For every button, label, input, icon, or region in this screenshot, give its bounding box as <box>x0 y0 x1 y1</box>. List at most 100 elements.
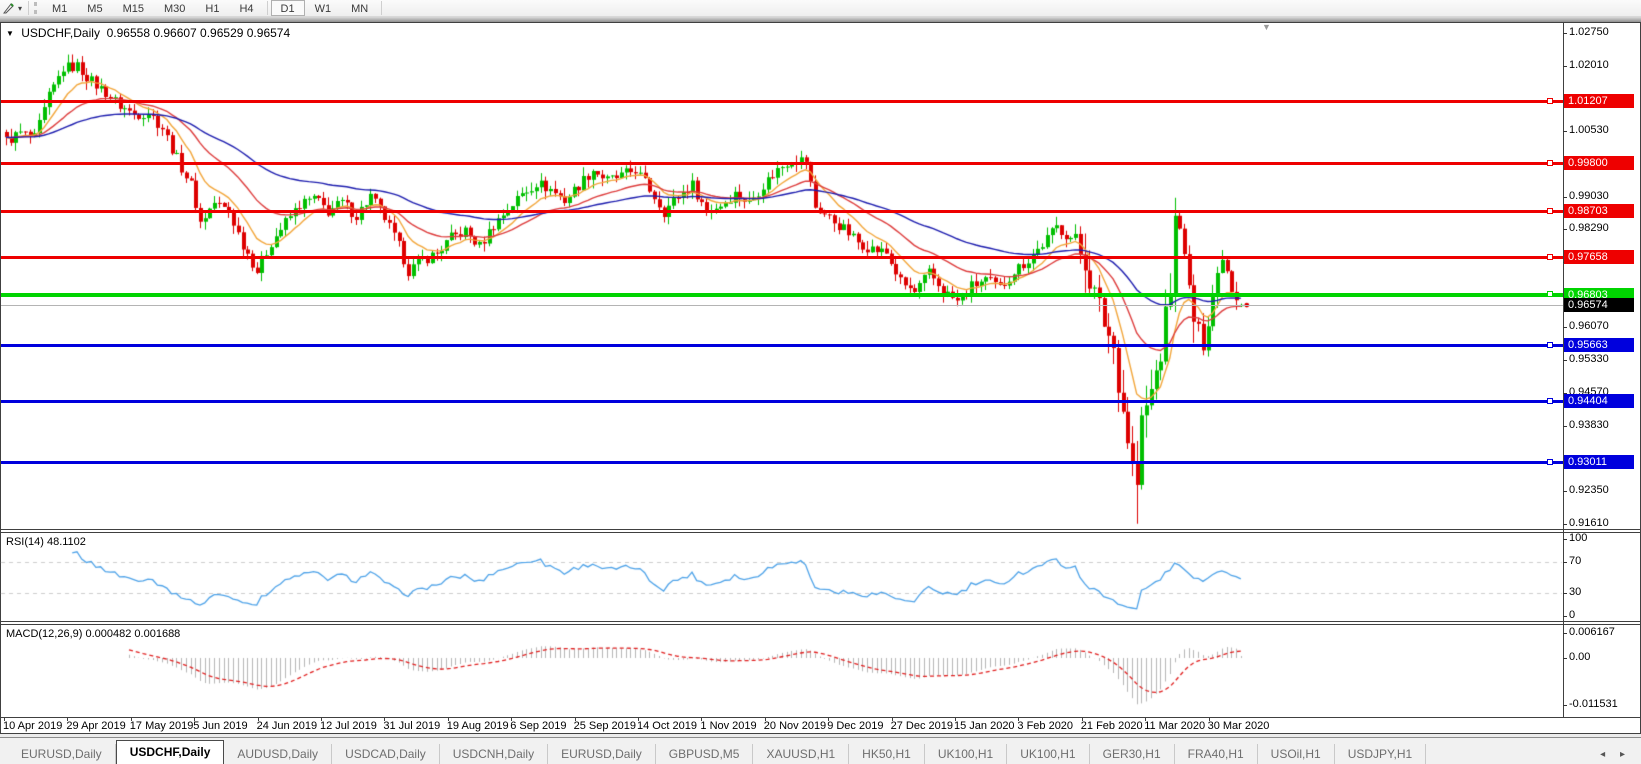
line-handle[interactable] <box>1547 208 1553 215</box>
current-price-line <box>1 305 1563 307</box>
price-axis-tick <box>1563 229 1567 231</box>
price-axis-tick <box>1563 130 1567 132</box>
timeframe-button-h4[interactable]: H4 <box>229 0 263 16</box>
line-handle[interactable] <box>1547 290 1553 297</box>
chart-tab-hk50-h1[interactable]: HK50,H1 <box>849 744 925 764</box>
support-line[interactable] <box>1 397 1563 404</box>
date-axis-label: 30 Mar 2020 <box>1207 720 1270 732</box>
price-axis-tick-label: 0.95330 <box>1569 352 1609 365</box>
date-axis-label: 27 Dec 2019 <box>890 720 953 732</box>
rsi-title: RSI(14) <box>6 536 44 548</box>
price-axis-tick-label: 0.98290 <box>1569 222 1609 235</box>
timeframe-button-m5[interactable]: M5 <box>77 0 112 16</box>
date-axis-label: 3 Feb 2020 <box>1017 720 1074 732</box>
pane-separator <box>0 717 1641 718</box>
resistance-line[interactable] <box>1 208 1563 215</box>
line-handle[interactable] <box>1547 97 1553 104</box>
chart-tab-usdchf-daily[interactable]: USDCHF,Daily <box>115 740 225 764</box>
chart-tab-gbpusd-m5[interactable]: GBPUSD,M5 <box>656 744 754 764</box>
macd-axis-tick <box>1563 658 1567 659</box>
chart-tab-eurusd-daily[interactable]: EURUSD,Daily <box>8 744 116 764</box>
date-axis-label: 10 Apr 2019 <box>3 720 63 732</box>
pane-separator[interactable] <box>0 532 1641 533</box>
chart-shift-marker[interactable]: ▼ <box>1262 22 1271 32</box>
line-price-label: 0.93011 <box>1564 455 1634 470</box>
line-handle[interactable] <box>1547 254 1553 261</box>
price-axis-tick <box>1563 523 1567 525</box>
macd-axis-tick-label: -0.011531 <box>1569 698 1618 711</box>
timeframe-button-m1[interactable]: M1 <box>42 0 77 16</box>
timeframe-button-m15[interactable]: M15 <box>113 0 154 16</box>
chevron-down-icon: ▾ <box>18 3 23 13</box>
resistance-line[interactable] <box>1 254 1563 261</box>
tab-scroll-left-icon[interactable]: ◂ <box>1600 749 1611 760</box>
resistance-line[interactable] <box>1 159 1563 166</box>
date-axis-label: 5 Jun 2019 <box>193 720 248 732</box>
chart-tab-uk100-h1[interactable]: UK100,H1 <box>925 744 1008 764</box>
price-axis-tick <box>1563 327 1567 329</box>
collapse-triangle-icon[interactable]: ▼ <box>6 29 14 38</box>
chart-symbol-label: USDCHF,Daily <box>21 26 100 40</box>
timeframe-button-h1[interactable]: H1 <box>195 0 229 16</box>
pane-separator[interactable] <box>0 624 1641 625</box>
price-axis-tick <box>1563 359 1567 361</box>
tab-scroll-right-icon[interactable]: ▸ <box>1620 749 1631 760</box>
chart-tab-eurusd-daily[interactable]: EURUSD,Daily <box>548 744 656 764</box>
chart-tab-usdcad-daily[interactable]: USDCAD,Daily <box>332 744 440 764</box>
pane-separator[interactable] <box>0 621 1641 622</box>
chart-window[interactable] <box>0 22 1641 734</box>
chart-tab-usdjpy-h1[interactable]: USDJPY,H1 <box>1335 744 1427 764</box>
drawing-tool-button[interactable]: ▾ <box>0 2 25 14</box>
line-price-label: 1.01207 <box>1564 93 1634 108</box>
pivot-line[interactable] <box>1 290 1563 297</box>
chart-tab-uk100-h1[interactable]: UK100,H1 <box>1007 744 1090 764</box>
chart-tab-usoil-h1[interactable]: USOil,H1 <box>1258 744 1335 764</box>
rsi-axis-tick <box>1563 592 1567 594</box>
timeframe-button-w1[interactable]: W1 <box>305 0 342 16</box>
macd-axis-tick <box>1563 705 1567 707</box>
resistance-line[interactable] <box>1 97 1563 104</box>
date-axis-label: 31 Jul 2019 <box>383 720 441 732</box>
toolbar-grip[interactable] <box>34 2 38 14</box>
macd-indicator-label: MACD(12,26,9) 0.000482 0.001688 <box>6 628 180 640</box>
price-axis-tick-label: 1.02010 <box>1569 58 1609 71</box>
current-price-label: 0.96574 <box>1564 298 1634 313</box>
support-line[interactable] <box>1 342 1563 349</box>
rsi-axis-tick-label: 0 <box>1569 609 1576 621</box>
chart-ohlc-values: 0.96558 0.96607 0.96529 0.96574 <box>106 26 291 40</box>
rsi-value: 48.1102 <box>46 536 86 548</box>
chart-tab-audusd-daily[interactable]: AUDUSD,Daily <box>224 744 333 764</box>
line-handle[interactable] <box>1547 342 1553 349</box>
date-axis-label: 14 Oct 2019 <box>637 720 697 732</box>
line-handle[interactable] <box>1547 459 1553 466</box>
pane-separator[interactable] <box>0 529 1641 530</box>
chart-ohlc-header: ▼ USDCHF,Daily 0.96558 0.96607 0.96529 0… <box>6 26 290 40</box>
price-axis-tick-label: 1.00530 <box>1569 123 1609 136</box>
line-handle[interactable] <box>1547 159 1553 166</box>
price-axis-border <box>1563 22 1564 718</box>
timeframe-button-mn[interactable]: MN <box>341 0 378 16</box>
price-axis-tick-label: 0.99030 <box>1569 189 1609 202</box>
price-axis-tick <box>1563 33 1567 34</box>
line-price-label: 0.94404 <box>1564 393 1634 408</box>
chart-tab-xauusd-h1[interactable]: XAUUSD,H1 <box>753 744 850 764</box>
price-axis-tick-label: 0.96070 <box>1569 320 1609 333</box>
timeframe-button-d1[interactable]: D1 <box>270 0 305 16</box>
date-axis-label: 9 Dec 2019 <box>827 720 884 732</box>
date-axis-label: 12 Jul 2019 <box>320 720 377 732</box>
chart-tab-fra40-h1[interactable]: FRA40,H1 <box>1175 744 1258 764</box>
draw-line-icon <box>3 3 14 14</box>
date-axis-label: 1 Nov 2019 <box>700 720 757 732</box>
macd-axis-tick-label: 0.00 <box>1569 651 1591 663</box>
price-axis-tick <box>1563 425 1567 427</box>
timeframe-button-m30[interactable]: M30 <box>154 0 195 16</box>
timeframe-button-group: M1 M5 M15 M30 H1 H4 D1 W1 MN <box>42 0 385 16</box>
chart-tabs: EURUSD,Daily USDCHF,Daily AUDUSD,Daily USDC… <box>8 738 1600 764</box>
price-axis-tick <box>1563 65 1567 67</box>
chart-tab-ger30-h1[interactable]: GER30,H1 <box>1090 744 1175 764</box>
line-handle[interactable] <box>1547 397 1553 404</box>
line-price-label: 0.99800 <box>1564 155 1634 170</box>
support-line[interactable] <box>1 459 1563 466</box>
chart-tab-usdcnh-daily[interactable]: USDCNH,Daily <box>440 744 549 764</box>
toolbar-separator <box>381 1 383 15</box>
